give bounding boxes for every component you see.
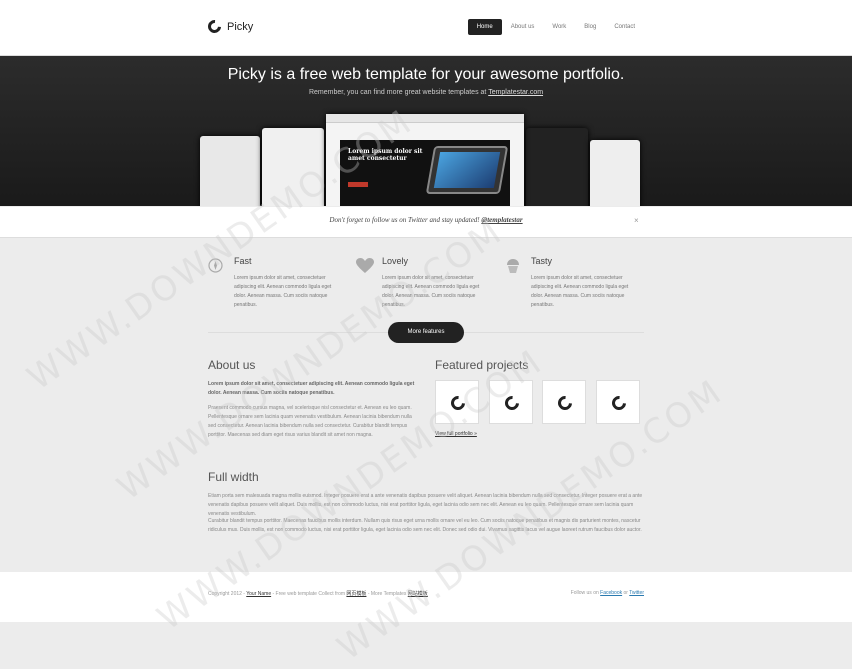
facebook-link[interactable]: Facebook [600, 590, 622, 596]
copyright-prefix: Copyright 2012 - [208, 591, 247, 597]
preview-screen-right [526, 128, 588, 206]
heart-icon [356, 258, 374, 273]
about-body: Praesent commodo cursus magna, vel scele… [208, 405, 412, 438]
close-icon[interactable]: × [634, 216, 639, 225]
follow-prefix: Follow us on [570, 590, 601, 596]
copyright: Copyright 2012 - Your Name - Free web te… [208, 590, 428, 597]
copyright-mid: - Free web template Collect from [271, 591, 347, 597]
twitter-handle-link[interactable]: @templatestar [481, 216, 522, 224]
preview-screen-main: Lorem ipsum dolor sit amet consectetur [326, 114, 524, 206]
about-lead: Lorem ipsum dolor sit amet, consectetuer… [208, 381, 415, 396]
full-width-title: Full width [208, 470, 259, 484]
feature-text: Lorem ipsum dolor sit amet, consectetuer… [234, 275, 332, 308]
about-title: About us [208, 358, 256, 372]
feature-text: Lorem ipsum dolor sit amet, consectetuer… [382, 275, 480, 308]
logo-icon [448, 393, 468, 413]
your-name-link[interactable]: Your Name [246, 591, 271, 597]
view-portfolio-link[interactable]: View full portfolio » [435, 431, 477, 437]
logo-icon [609, 393, 629, 413]
hero-banner: Picky is a free web template for your aw… [0, 56, 852, 206]
notice-message: Don't forget to follow us on Twitter and… [329, 216, 482, 224]
preview-screen-right-far [590, 140, 640, 206]
follow-us: Follow us on Facebook or Twitter [571, 590, 644, 596]
preview-red-button [348, 182, 368, 187]
copyright-mid-2: - More Templates [366, 591, 408, 597]
full-width-paragraph-2: Curabitur blandit tempus porttitor. Maec… [208, 518, 642, 533]
ipad-screen [433, 152, 501, 188]
feature-title: Tasty [531, 256, 553, 266]
hero-title: Picky is a free web template for your aw… [227, 66, 625, 83]
nav-contact[interactable]: Contact [605, 19, 644, 35]
template-link-1[interactable]: 网页模板 [346, 591, 366, 597]
hero-subtitle: Remember, you can find more great websit… [0, 89, 852, 96]
preview-screen-left [262, 128, 324, 206]
more-features-button[interactable]: More features [388, 322, 464, 343]
project-thumb-2[interactable] [489, 380, 533, 424]
cupcake-icon [505, 258, 519, 273]
logo-icon [555, 393, 575, 413]
ipad-image [425, 146, 509, 194]
site-header: Picky Home About us Work Blog Contact [0, 0, 852, 56]
main-nav: Home About us Work Blog Contact [467, 19, 644, 35]
nav-blog[interactable]: Blog [575, 19, 605, 35]
hero-subtitle-text: Remember, you can find more great websit… [308, 89, 489, 96]
preview-screen-left-far [200, 136, 260, 206]
site-footer: Copyright 2012 - Your Name - Free web te… [0, 572, 852, 622]
project-thumb-3[interactable] [542, 380, 586, 424]
nav-work[interactable]: Work [543, 19, 575, 35]
logo-icon [205, 17, 224, 36]
feature-text: Lorem ipsum dolor sit amet, consectetuer… [531, 275, 629, 308]
projects-title: Featured projects [435, 358, 529, 372]
compass-icon [208, 258, 223, 273]
nav-home[interactable]: Home [467, 19, 502, 35]
logo-icon [502, 393, 522, 413]
twitter-link[interactable]: Twitter [629, 590, 644, 596]
template-link-2[interactable]: 网站模板 [408, 591, 428, 597]
templatestar-link[interactable]: Templatestar.com [488, 89, 543, 96]
browser-bar [326, 114, 524, 123]
preview-banner: Lorem ipsum dolor sit amet consectetur [340, 140, 510, 206]
twitter-notice: Don't forget to follow us on Twitter and… [0, 207, 852, 238]
project-thumb-4[interactable] [596, 380, 640, 424]
logo-text: Picky [227, 20, 254, 33]
notice-text: Don't forget to follow us on Twitter and… [0, 216, 852, 224]
feature-title: Lovely [382, 256, 409, 266]
logo[interactable]: Picky [205, 17, 254, 36]
feature-title: Fast [234, 256, 252, 266]
nav-about-us[interactable]: About us [502, 19, 544, 35]
full-width-paragraph-1: Etiam porta sem malesuada magna mollis e… [208, 493, 643, 517]
preview-banner-text: Lorem ipsum dolor sit amet consectetur [348, 148, 423, 162]
project-thumb-1[interactable] [435, 380, 479, 424]
